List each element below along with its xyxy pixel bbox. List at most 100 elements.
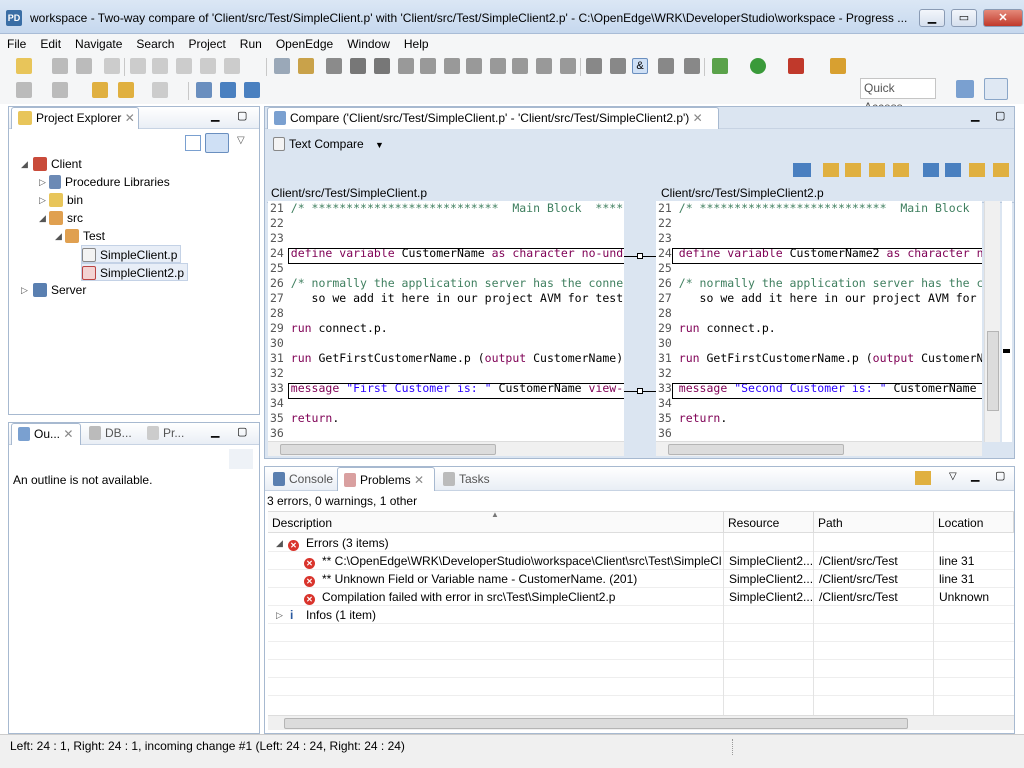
last-edit-icon[interactable]: [92, 82, 108, 98]
menu-project[interactable]: Project: [181, 34, 232, 54]
left-code-pane[interactable]: 21 /* *************************** Main B…: [268, 201, 624, 442]
stack-icon[interactable]: [586, 58, 602, 74]
gear-icon[interactable]: [536, 58, 552, 74]
down-icon[interactable]: [244, 82, 260, 98]
stop-icon[interactable]: [176, 58, 192, 74]
tab-db-navigator[interactable]: DB...: [89, 426, 132, 440]
maximize-view-icon[interactable]: ▢: [237, 425, 247, 438]
menu-help[interactable]: Help: [397, 34, 436, 54]
copy-right-to-left-icon[interactable]: [845, 163, 861, 177]
forward-icon[interactable]: [152, 82, 168, 98]
next-annotation-icon[interactable]: [16, 82, 32, 98]
problems-horizontal-scrollbar[interactable]: [268, 715, 1014, 730]
tree-item-test[interactable]: Test: [65, 227, 105, 245]
minimize-view-icon[interactable]: ▁: [211, 109, 219, 122]
code-icon[interactable]: [658, 58, 674, 74]
copy-left-to-right-icon[interactable]: [823, 163, 839, 177]
tree-item-procedure-libraries[interactable]: Procedure Libraries: [49, 173, 170, 191]
up-icon[interactable]: [220, 82, 236, 98]
layout-icon[interactable]: [398, 58, 414, 74]
refresh-icon[interactable]: [560, 58, 576, 74]
tree-item-client[interactable]: Client: [33, 155, 82, 173]
maximize-view-icon[interactable]: ▢: [995, 469, 1005, 482]
text-compare-dropdown[interactable]: Text Compare ▼: [273, 137, 384, 151]
menu-openedge[interactable]: OpenEdge: [269, 34, 340, 54]
compare-tab[interactable]: Compare ('Client/src/Test/SimpleClient.p…: [267, 107, 719, 129]
menu-edit[interactable]: Edit: [33, 34, 68, 54]
maximize-button[interactable]: ▭: [951, 9, 977, 27]
tree-item-simpleclient2[interactable]: SimpleClient2.p: [81, 263, 189, 281]
next-difference-icon[interactable]: [923, 163, 939, 177]
menu-navigate[interactable]: Navigate: [68, 34, 129, 54]
previous-difference-icon[interactable]: [945, 163, 961, 177]
tree-item-server[interactable]: Server: [33, 281, 86, 299]
previous-change-icon[interactable]: [993, 163, 1009, 177]
chart-icon[interactable]: [444, 58, 460, 74]
menu-search[interactable]: Search: [129, 34, 181, 54]
menu-window[interactable]: Window: [340, 34, 397, 54]
scroll-thumb[interactable]: [668, 444, 844, 455]
next-change-icon[interactable]: [969, 163, 985, 177]
menu-run[interactable]: Run: [233, 34, 269, 54]
tree-item-src[interactable]: src: [49, 209, 83, 227]
collapse-all-icon[interactable]: [185, 135, 201, 151]
copy-change-right-icon[interactable]: [893, 163, 909, 177]
back-icon[interactable]: [118, 82, 134, 98]
column-header-location[interactable]: Location: [934, 511, 1014, 533]
minimize-view-icon[interactable]: ▁: [971, 469, 979, 482]
table-row[interactable]: ✕ ** C:\OpenEdge\WRK\DeveloperStudio\work…: [268, 552, 1014, 570]
tree-icon[interactable]: [420, 58, 436, 74]
tab-tasks[interactable]: Tasks: [443, 472, 490, 486]
project-explorer-tab[interactable]: Project Explorer ✕: [11, 107, 139, 129]
tab-problems[interactable]: Problems ✕: [337, 467, 435, 491]
tree-item-simpleclient[interactable]: SimpleClient.p: [81, 245, 182, 263]
table-row[interactable]: ✕ ** Unknown Field or Variable name - Cus…: [268, 570, 1014, 588]
minimize-view-icon[interactable]: ▁: [211, 425, 219, 438]
perspective-icon[interactable]: [984, 78, 1008, 100]
compare-toggle-icon[interactable]: [196, 82, 212, 98]
run-icon[interactable]: [750, 58, 766, 74]
left-horizontal-scrollbar[interactable]: [268, 441, 624, 456]
group-row-infos[interactable]: ▷ i Infos (1 item): [268, 606, 1014, 624]
run-external-icon[interactable]: [788, 58, 804, 74]
minimize-button[interactable]: ▁: [919, 9, 945, 27]
query-icon[interactable]: [374, 58, 390, 74]
save-all-icon[interactable]: [76, 58, 92, 74]
view-menu-icon[interactable]: ▽: [949, 471, 957, 482]
quick-access-input[interactable]: Quick Access: [860, 78, 936, 114]
group-row-errors[interactable]: ◢ ✕ Errors (3 items): [268, 534, 1014, 552]
save-icon[interactable]: [52, 58, 68, 74]
grid-icon[interactable]: [326, 58, 342, 74]
column-header-resource[interactable]: Resource: [724, 511, 814, 533]
wand-icon[interactable]: [830, 58, 846, 74]
minimize-view-icon[interactable]: ▁: [971, 109, 979, 122]
document-icon[interactable]: [684, 58, 700, 74]
debug-icon[interactable]: [712, 58, 728, 74]
scroll-thumb[interactable]: [284, 718, 908, 729]
scroll-thumb[interactable]: [987, 331, 999, 411]
focus-icon[interactable]: [915, 471, 931, 485]
print-icon[interactable]: [104, 58, 120, 74]
link-icon[interactable]: [490, 58, 506, 74]
step-over-icon[interactable]: [224, 58, 240, 74]
right-code-pane[interactable]: 21 /* *************************** Main B…: [656, 201, 982, 442]
tab-outline[interactable]: Ou... ✕: [11, 423, 81, 445]
view-menu-icon[interactable]: ▽: [237, 135, 245, 146]
right-horizontal-scrollbar[interactable]: [656, 441, 982, 456]
new-icon[interactable]: [16, 58, 32, 74]
pause-icon[interactable]: [152, 58, 168, 74]
maximize-view-icon[interactable]: ▢: [237, 109, 247, 122]
link-with-editor-icon[interactable]: [205, 133, 229, 153]
maximize-view-icon[interactable]: ▢: [995, 109, 1005, 122]
menu-file[interactable]: File: [0, 34, 33, 54]
table-row[interactable]: ✕ Compilation failed with error in src\Te…: [268, 588, 1014, 606]
vertical-scrollbar[interactable]: [984, 201, 1000, 442]
symbol-icon[interactable]: [466, 58, 482, 74]
db-icon[interactable]: [350, 58, 366, 74]
tree-item-bin[interactable]: bin: [49, 191, 83, 209]
tab-properties[interactable]: Pr...: [147, 426, 184, 440]
ampersand-icon[interactable]: &: [632, 58, 648, 74]
copy-change-left-icon[interactable]: [869, 163, 885, 177]
find-icon[interactable]: [512, 58, 528, 74]
play-icon[interactable]: [130, 58, 146, 74]
